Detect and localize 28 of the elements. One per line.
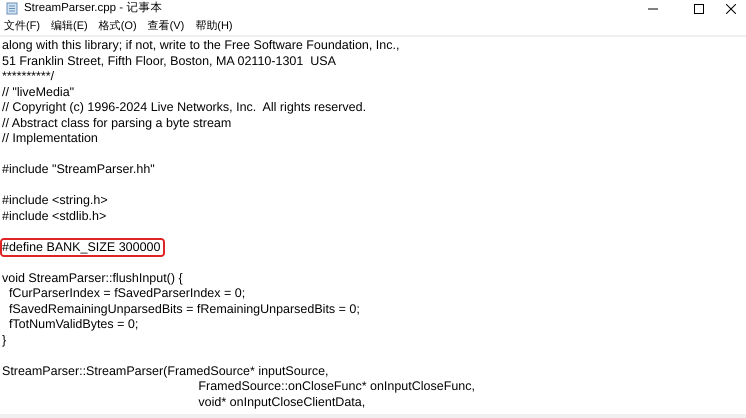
code-line: fCurParserIndex = fSavedParserIndex = 0; [8,286,246,302]
code-line: #include <string.h> [2,193,108,208]
code-line: } [2,332,6,348]
menu-item[interactable]: 编辑(E) [51,18,88,35]
code-line: // Abstract class for parsing a byte stream [2,116,232,131]
maximize-icon [694,4,704,14]
notepad-icon [6,2,18,15]
code-line: // "liveMedia" [2,84,74,100]
code-line: fTotNumValidBytes = 0; [8,317,138,332]
code-line: 51 Franklin Street, Fifth Floor, Boston, MA 02110-1301 USA [2,54,336,69]
menu-item[interactable]: 查看(V) [148,18,184,35]
code-line: FramedSource::onCloseFunc* onInputCloseFunc, [197,379,475,394]
code-line: // Copyright (c) 1996-2024 Live Networks, Inc. All rights reserved. [2,100,366,116]
code-line: // Implementation [2,131,98,146]
code-line: **********/ [2,69,54,84]
code-line: void* onInputCloseClientData, [197,394,366,410]
menu-item[interactable]: 格式(O) [98,18,137,35]
close-icon [726,4,736,14]
code-line: StreamParser::StreamParser(FramedSource* inputSource, [2,364,329,379]
code-line: #define BANK_SIZE 300000 [2,240,164,255]
code-line: fSavedRemainingUnparsedBits = fRemainingUnparsedBits = 0; [8,302,360,317]
code-line: void StreamParser::flushInput() { [2,270,183,286]
code-line: along with this library; if not, write to the Free Software Foundation, Inc., [2,38,400,54]
menu-item[interactable]: 帮助(H) [195,18,233,35]
code-line: #include "StreamParser.hh" [2,162,155,178]
menu-item[interactable]: 文件(F) [4,18,40,35]
window-title: StreamParser.cpp - 记事本 [24,0,162,16]
code-line: #include <stdlib.h> [2,208,106,224]
